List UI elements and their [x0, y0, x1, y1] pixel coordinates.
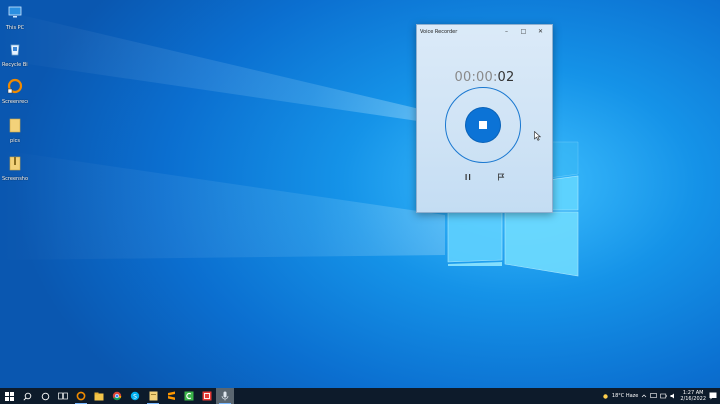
- desktop-icon-recycle-bin[interactable]: Recycle Bin: [2, 41, 28, 68]
- windows-start-icon: [4, 391, 14, 401]
- taskbar-app-recorder[interactable]: [198, 388, 216, 404]
- taskbar-app-camtasia[interactable]: [180, 388, 198, 404]
- desktop-icon-this-pc[interactable]: This PC: [2, 4, 28, 31]
- desktop-icon-screenshots[interactable]: Screenshots: [2, 155, 28, 182]
- volume-icon[interactable]: [670, 393, 677, 399]
- app-shortcut-icon: [7, 78, 23, 94]
- cortana-icon: [41, 392, 49, 400]
- clock-date: 2/16/2022: [680, 396, 706, 402]
- recorder-app-icon: [202, 391, 212, 401]
- taskbar-app-voice-recorder[interactable]: [216, 388, 234, 404]
- search-icon: [22, 392, 31, 401]
- taskbar-app-screenrecorder[interactable]: [72, 388, 90, 404]
- computer-icon: [8, 6, 22, 18]
- desktop-icon-label: This PC: [5, 25, 25, 31]
- window-title: Voice Recorder: [420, 28, 458, 35]
- window-titlebar[interactable]: Voice Recorder – □ ✕: [417, 25, 552, 38]
- taskbar-app-file-explorer[interactable]: [90, 388, 108, 404]
- stop-icon: [479, 121, 487, 129]
- minimize-button[interactable]: –: [498, 25, 515, 38]
- skype-icon: S: [130, 391, 140, 400]
- task-view-icon: [58, 392, 68, 400]
- svg-text:S: S: [133, 393, 137, 400]
- editor-app-icon: [167, 391, 175, 400]
- camtasia-icon: [184, 391, 194, 401]
- search-button[interactable]: [18, 388, 36, 404]
- recording-ring: [445, 87, 521, 163]
- notes-icon: [149, 391, 157, 401]
- taskbar-app-chrome[interactable]: [108, 388, 126, 404]
- stop-recording-button[interactable]: [466, 108, 500, 142]
- desktop-icon-pics[interactable]: pics: [2, 117, 28, 144]
- battery-icon[interactable]: [660, 393, 668, 399]
- network-icon[interactable]: [650, 393, 658, 399]
- taskbar-clock[interactable]: 1:27 AM 2/16/2022: [680, 390, 706, 402]
- add-marker-button[interactable]: [494, 171, 508, 183]
- desktop-icon-label: pics: [10, 138, 20, 144]
- weather-text[interactable]: 18°C Haze: [612, 393, 638, 399]
- screenrecorder-app-icon: [76, 391, 86, 401]
- weather-icon[interactable]: [602, 393, 609, 400]
- chrome-icon: [112, 391, 122, 401]
- microphone-icon: [221, 391, 229, 401]
- maximize-button[interactable]: □: [515, 25, 532, 38]
- notification-icon[interactable]: [709, 392, 717, 400]
- desktop-icon-label: Screenrecorder: [2, 99, 28, 105]
- flag-icon: [498, 173, 505, 181]
- desktop-icon-label: Recycle Bin: [2, 62, 28, 68]
- taskbar-app-editor[interactable]: [162, 388, 180, 404]
- recording-timer: 00:00:02: [417, 70, 552, 85]
- taskbar-app-notes[interactable]: [144, 388, 162, 404]
- folder-icon: [94, 392, 104, 400]
- timer-elapsed-prefix: 00:00:: [454, 70, 498, 85]
- wallpaper: [0, 10, 579, 277]
- pause-icon: [465, 174, 471, 180]
- taskbar-app-skype[interactable]: S: [126, 388, 144, 404]
- taskbar: S 18°C Haze 1:27 AM 2/16/2022: [0, 388, 720, 404]
- recycle-bin-icon: [10, 44, 20, 56]
- desktop-icon-label: Screenshots: [2, 176, 28, 182]
- system-tray: 18°C Haze 1:27 AM 2/16/2022: [602, 388, 720, 404]
- mouse-cursor-icon: [534, 131, 541, 141]
- pause-button[interactable]: [461, 171, 475, 183]
- cortana-button[interactable]: [36, 388, 54, 404]
- start-button[interactable]: [0, 388, 18, 404]
- folder-icon: [9, 118, 21, 133]
- task-view-button[interactable]: [54, 388, 72, 404]
- voice-recorder-window[interactable]: Voice Recorder – □ ✕ 00:00:02: [416, 24, 553, 213]
- timer-seconds: 02: [497, 70, 515, 85]
- zip-folder-icon: [9, 156, 21, 171]
- chevron-up-icon[interactable]: [641, 393, 647, 399]
- desktop-icon-screenrecorder[interactable]: Screenrecorder: [2, 78, 28, 105]
- close-button[interactable]: ✕: [532, 25, 549, 38]
